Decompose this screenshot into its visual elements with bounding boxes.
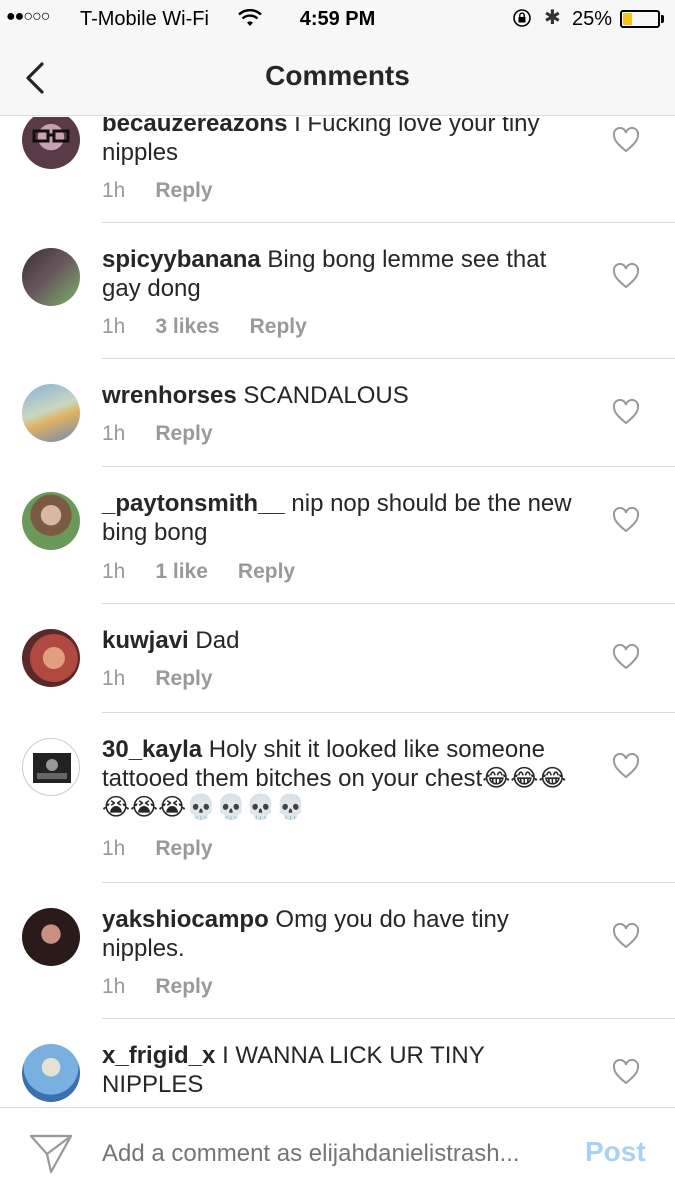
comment-item: wrenhorses SCANDALOUS 1h Reply [0, 359, 675, 467]
heart-icon[interactable] [612, 753, 640, 779]
comment-username[interactable]: yakshiocampo [102, 906, 269, 933]
comment-text: spicyybanana Bing bong lemme see that ga… [102, 245, 582, 303]
battery-percent: 25% [572, 8, 613, 30]
comment-item: spicyybanana Bing bong lemme see that ga… [0, 223, 675, 359]
comment-body: SCANDALOUS [243, 382, 409, 409]
likes-count[interactable]: 1 like [155, 560, 208, 583]
reply-button[interactable]: Reply [155, 422, 212, 445]
status-bar: ●●○○○ T-Mobile Wi-Fi 4:59 PM ✱ 25% [0, 0, 675, 40]
rotation-lock-icon [513, 9, 531, 27]
likes-count[interactable]: 3 likes [155, 315, 219, 338]
comment-time: 1h [102, 837, 126, 860]
comment-text: yakshiocampo Omg you do have tiny nipple… [102, 905, 582, 963]
comment-time: 1h [102, 315, 126, 338]
comment-time: 1h [102, 667, 126, 690]
comment-text: 30_kayla Holy shit it looked like someon… [102, 735, 582, 822]
comment-item: _paytonsmith__ nip nop should be the new… [0, 467, 675, 604]
reply-button[interactable]: Reply [155, 179, 212, 202]
comment-meta: 1h Reply [102, 667, 243, 691]
comment-input[interactable] [102, 1140, 562, 1168]
battery-tip [661, 15, 664, 23]
navigation-bar: Comments [0, 40, 675, 116]
reply-button[interactable]: Reply [238, 560, 295, 583]
battery-icon [620, 10, 660, 28]
comment-text: wrenhorses SCANDALOUS [102, 381, 582, 410]
avatar[interactable] [22, 384, 80, 442]
avatar[interactable] [22, 738, 80, 796]
post-button[interactable]: Post [585, 1136, 646, 1168]
avatar[interactable] [22, 629, 80, 687]
heart-icon[interactable] [612, 923, 640, 949]
heart-icon[interactable] [612, 507, 640, 533]
comment-meta: 1h Reply [102, 179, 243, 203]
battery-level [623, 13, 632, 25]
comment-text: kuwjavi Dad [102, 626, 582, 655]
heart-icon[interactable] [612, 644, 640, 670]
comment-meta: 1h Reply [102, 837, 243, 861]
comment-username[interactable]: becauzereazons [102, 117, 287, 137]
comment-username[interactable]: wrenhorses [102, 382, 237, 409]
heart-icon[interactable] [612, 399, 640, 425]
avatar[interactable] [22, 492, 80, 550]
avatar[interactable] [22, 117, 80, 169]
comment-time: 1h [102, 560, 126, 583]
comment-username[interactable]: spicyybanana [102, 246, 261, 273]
avatar[interactable] [22, 1044, 80, 1102]
comment-meta: 1h Reply [102, 975, 243, 999]
comment-item: 30_kayla Holy shit it looked like someon… [0, 713, 675, 883]
reply-button[interactable]: Reply [250, 315, 307, 338]
comment-item: kuwjavi Dad 1h Reply [0, 604, 675, 713]
comment-text: becauzereazons I Fucking love your tiny … [102, 117, 582, 167]
reply-button[interactable]: Reply [155, 837, 212, 860]
heart-icon[interactable] [612, 127, 640, 153]
comment-username[interactable]: _paytonsmith__ [102, 490, 285, 517]
reply-button[interactable]: Reply [155, 667, 212, 690]
page-title: Comments [265, 60, 410, 91]
comment-meta: 1h 1 like Reply [102, 560, 325, 584]
comment-time: 1h [102, 179, 126, 202]
comments-list[interactable]: becauzereazons I Fucking love your tiny … [0, 117, 675, 1107]
comment-meta: 1h Reply [102, 422, 243, 446]
comment-time: 1h [102, 975, 126, 998]
reply-button[interactable]: Reply [155, 975, 212, 998]
heart-icon[interactable] [612, 263, 640, 289]
comment-username[interactable]: 30_kayla [102, 736, 202, 763]
heart-icon[interactable] [612, 1059, 640, 1085]
avatar[interactable] [22, 248, 80, 306]
avatar[interactable] [22, 908, 80, 966]
comment-body: Dad [195, 627, 240, 654]
comment-compose-bar: Post [0, 1107, 675, 1200]
comment-text: _paytonsmith__ nip nop should be the new… [102, 489, 582, 547]
comment-meta: 1h 3 likes Reply [102, 315, 337, 339]
comment-time: 1h [102, 422, 126, 445]
comment-text: x_frigid_x I WANNA LICK UR TINY NIPPLES [102, 1041, 582, 1099]
comment-item: yakshiocampo Omg you do have tiny nipple… [0, 883, 675, 1019]
comment-item: x_frigid_x I WANNA LICK UR TINY NIPPLES [0, 1019, 675, 1107]
bluetooth-icon: ✱ [544, 7, 561, 29]
comment-username[interactable]: kuwjavi [102, 627, 189, 654]
comment-username[interactable]: x_frigid_x [102, 1042, 215, 1069]
paper-plane-icon[interactable] [28, 1132, 74, 1176]
comment-item: becauzereazons I Fucking love your tiny … [0, 117, 675, 223]
